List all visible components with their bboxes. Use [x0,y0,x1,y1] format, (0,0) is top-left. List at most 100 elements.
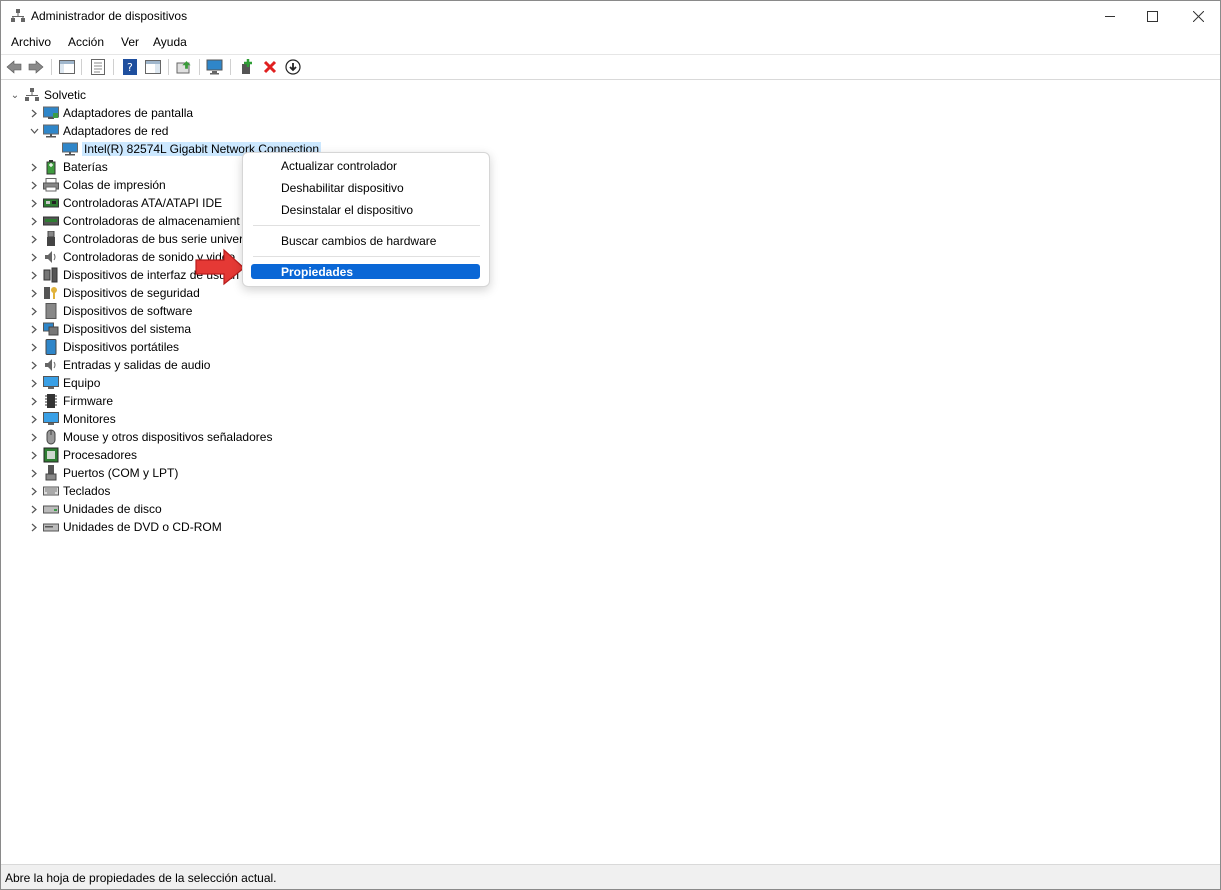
expand-right-chevron-icon[interactable] [28,212,40,230]
close-button[interactable] [1175,1,1221,31]
ctx-scan-hardware[interactable]: Buscar cambios de hardware [251,231,480,251]
expand-right-chevron-icon[interactable] [28,104,40,122]
tree-category[interactable]: Firmware [28,392,113,410]
toolbar-separator [230,59,231,75]
tree-root-label: Solvetic [44,88,87,102]
monitor-icon [43,411,59,427]
tree-category[interactable]: Puertos (COM y LPT) [28,464,178,482]
expand-right-chevron-icon[interactable] [28,518,40,536]
expand-right-chevron-icon[interactable] [28,446,40,464]
add-driver-button[interactable] [238,58,256,76]
expand-right-chevron-icon[interactable] [28,374,40,392]
tree-root[interactable]: ⌄ Solvetic [9,86,86,104]
dvd-drive-icon [43,519,59,535]
action-pane-button[interactable] [144,58,162,76]
toolbar-separator [199,59,200,75]
uninstall-device-button[interactable] [261,58,279,76]
tree-category[interactable]: Teclados [28,482,110,500]
expand-right-chevron-icon[interactable] [28,284,40,302]
tree-category[interactable]: Equipo [28,374,100,392]
menu-accion[interactable]: Acción [68,35,104,49]
system-device-icon [43,321,59,337]
expand-right-chevron-icon[interactable] [28,176,40,194]
disable-device-button[interactable] [284,58,302,76]
tree-category[interactable]: Colas de impresión [28,176,166,194]
title-bar: Administrador de dispositivos [1,1,1220,31]
tree-category[interactable]: Controladoras de almacenamient [28,212,240,230]
scan-hardware-button[interactable] [206,58,224,76]
ctx-properties[interactable]: Propiedades [251,264,480,279]
ctx-update-driver[interactable]: Actualizar controlador [251,156,480,176]
portable-device-icon [43,339,59,355]
tree-category[interactable]: Entradas y salidas de audio [28,356,210,374]
maximize-button[interactable] [1129,1,1175,31]
tree-item-label: Adaptadores de red [63,124,169,138]
expand-right-chevron-icon[interactable] [28,410,40,428]
expand-right-chevron-icon[interactable] [28,194,40,212]
tree-category[interactable]: Mouse y otros dispositivos señaladores [28,428,272,446]
tree-category[interactable]: Dispositivos portátiles [28,338,179,356]
forward-button[interactable] [27,58,45,76]
tree-category[interactable]: Procesadores [28,446,137,464]
status-text: Abre la hoja de propiedades de la selecc… [5,871,277,885]
scan-hardware-monitor-icon [206,59,223,75]
properties-button[interactable] [89,58,107,76]
help-button[interactable]: ? [121,58,139,76]
tree-category[interactable]: Unidades de DVD o CD-ROM [28,518,222,536]
tree-category[interactable]: Controladoras ATA/ATAPI IDE [28,194,222,212]
ctx-disable-device[interactable]: Deshabilitar dispositivo [251,178,480,198]
tree-category[interactable]: Adaptadores de red [28,122,168,140]
usb-icon [43,231,59,247]
tree-item-label: Unidades de DVD o CD-ROM [63,520,222,534]
audio-io-icon [43,357,59,373]
expand-right-chevron-icon[interactable] [28,356,40,374]
tree-item-label: Monitores [63,412,116,426]
tree-item-label: Adaptadores de pantalla [63,106,194,120]
help-book-icon: ? [123,59,137,75]
expand-down-chevron-icon[interactable] [28,122,40,140]
minimize-button[interactable] [1087,1,1133,31]
expand-right-chevron-icon[interactable] [28,230,40,248]
update-driver-toolbar-button[interactable] [175,58,193,76]
expand-right-chevron-icon[interactable] [28,302,40,320]
tree-item-label: Dispositivos de seguridad [63,286,200,300]
tree-category[interactable]: Dispositivos de software [28,302,192,320]
tree-category[interactable]: Dispositivos del sistema [28,320,191,338]
expand-right-chevron-icon[interactable] [28,266,40,284]
toolbar-separator [81,59,82,75]
tree-category[interactable]: Monitores [28,410,116,428]
expand-right-chevron-icon[interactable] [28,464,40,482]
expand-right-chevron-icon[interactable] [28,320,40,338]
back-button[interactable] [5,58,23,76]
tree-category[interactable]: Baterías [28,158,108,176]
menu-ayuda[interactable]: Ayuda [153,35,187,49]
software-device-icon [43,303,59,319]
network-card-icon [62,141,78,157]
collapse-chevron-icon[interactable]: ⌄ [9,86,21,104]
tree-item-label: Controladoras de bus serie univer [63,232,244,246]
keyboard-icon [43,483,59,499]
expand-right-chevron-icon[interactable] [28,428,40,446]
ctx-separator [253,225,480,226]
expand-right-chevron-icon[interactable] [28,158,40,176]
ctx-uninstall-device[interactable]: Desinstalar el dispositivo [251,200,480,220]
tree-category[interactable]: Dispositivos de seguridad [28,284,200,302]
update-driver-icon [176,61,191,74]
expand-right-chevron-icon[interactable] [28,500,40,518]
tree-item-label: Dispositivos portátiles [63,340,180,354]
tree-item-label: Firmware [63,394,113,408]
expand-right-chevron-icon[interactable] [28,248,40,266]
close-icon [1192,10,1204,22]
tree-item-label: Puertos (COM y LPT) [63,466,179,480]
tree-category[interactable]: Adaptadores de pantalla [28,104,193,122]
tree-item-label: Procesadores [63,448,138,462]
expand-right-chevron-icon[interactable] [28,482,40,500]
tree-category[interactable]: Unidades de disco [28,500,162,518]
menu-ver[interactable]: Ver [121,35,139,49]
tree-item-label: Entradas y salidas de audio [63,358,211,372]
expand-right-chevron-icon[interactable] [28,338,40,356]
menu-archivo[interactable]: Archivo [11,35,51,49]
expand-right-chevron-icon[interactable] [28,392,40,410]
show-hide-console-tree-button[interactable] [58,58,76,76]
